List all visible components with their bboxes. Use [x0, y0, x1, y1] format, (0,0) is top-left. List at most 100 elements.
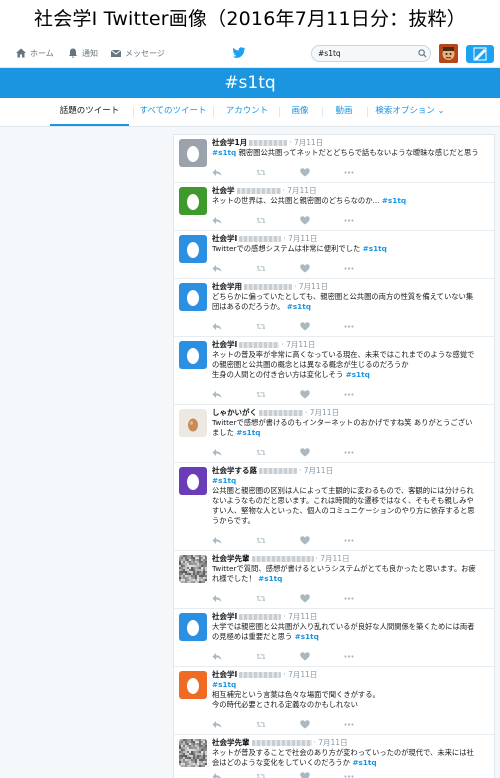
tweet-item[interactable]: 社会学先輩 · 7月11日 Twitterで質問、感想が書けるというシステムがとても…: [174, 551, 494, 609]
user-avatar[interactable]: [179, 739, 207, 767]
tweet-timestamp[interactable]: · 7月11日: [289, 138, 323, 147]
tweet-item[interactable]: 社会学Ⅰ · 7月11日 Twitterでの感想システムは非常に便利でした #s1t…: [174, 231, 494, 279]
tweet-author-name[interactable]: しゃかいがく: [212, 408, 257, 417]
hashtag-link[interactable]: #s1tq: [382, 196, 406, 205]
user-avatar[interactable]: [179, 671, 207, 699]
tweet-timestamp[interactable]: · 7月11日: [283, 234, 317, 243]
tweet-text-segment: の親密圏と公共圏の概念とは異なる概念が生じるのだろうか: [212, 360, 409, 369]
tweet-stream: 社会学1月 · 7月11日 #s1tq 親密圏公共圏ってネットだとどちらで話もないよ…: [173, 134, 495, 778]
user-avatar[interactable]: [179, 555, 207, 583]
tweet-author-handle-redacted: [259, 410, 303, 416]
search-tabs: 話題のツイート すべてのツイート アカウント 画像 動画 検索オプション ⌄: [0, 99, 500, 127]
tweet-text-line: ネットの普及率が非常に高くなっている現在、未来ではこれまでのような感覚で: [212, 350, 492, 360]
hashtag-link[interactable]: #s1tq: [287, 302, 311, 311]
tweet-author-name[interactable]: 社会学: [212, 186, 235, 195]
tweet-author-handle-redacted: [259, 468, 297, 474]
tweet-text-segment: 生身の人間との付き合い方は変化しそう: [212, 370, 346, 379]
tweet-text-segment: 団はあるのだろうか。: [212, 302, 287, 311]
tweet-author-name[interactable]: 社会学1月: [212, 138, 247, 147]
twitter-bird-icon[interactable]: [232, 47, 246, 59]
tweet-text-line: Twitterで感想が書けるのもインターネットのおかげですね笑 ありがとうござい: [212, 418, 492, 428]
tweet-timestamp[interactable]: · 7月11日: [283, 670, 317, 679]
tweet-item[interactable]: 社会学Ⅰ · 7月11日 大学では親密圏と公共圏が入り乱れているが良好な人間関係を築…: [174, 609, 494, 667]
hashtag-link[interactable]: #s1tq: [295, 632, 319, 641]
tweet-author-handle-redacted: [251, 556, 314, 562]
tweet-timestamp[interactable]: · 7月11日: [281, 340, 315, 349]
nav-home[interactable]: ホーム: [15, 47, 54, 59]
nav-notifications[interactable]: 通知: [67, 47, 98, 59]
tweet-timestamp[interactable]: · 7月11日: [305, 408, 339, 417]
compose-tweet-button[interactable]: [466, 45, 494, 63]
tweet-text: ネットの普及率が非常に高くなっている現在、未来ではこれまでのような感覚で の親密圏…: [212, 350, 492, 380]
hashtag-link[interactable]: #s1tq: [363, 244, 387, 253]
tweet-timestamp[interactable]: · 7月11日: [316, 554, 350, 563]
tweet-timestamp[interactable]: · 7月11日: [299, 466, 333, 475]
tweet-header: 社会学先輩 · 7月11日: [212, 554, 350, 564]
tweet-author-name[interactable]: 社会学先輩: [212, 738, 250, 747]
tweet-text: #s1tq 公共圏と親密圏の区別は人によって主観的に変わるもので、客観的には分けら…: [212, 476, 492, 526]
hashtag-link[interactable]: #s1tq: [212, 148, 236, 157]
tweet-item[interactable]: しゃかいがく · 7月11日 Twitterで感想が書けるのもインターネットのおかげ…: [174, 405, 494, 463]
user-avatar[interactable]: [179, 341, 207, 369]
hashtag-link[interactable]: #s1tq: [346, 370, 370, 379]
tweet-actions: [212, 390, 362, 400]
tweet-item[interactable]: 社会学Ⅰ · 7月11日 ネットの普及率が非常に高くなっている現在、未来ではこれまで…: [174, 337, 494, 405]
tab-videos[interactable]: 動画: [330, 99, 358, 126]
tweet-author-name[interactable]: 社会学Ⅰ: [212, 612, 237, 621]
tweet-item[interactable]: 社会学先輩 · 7月11日 ネットが普及することで社会のあり方が変わっていったのが現…: [174, 735, 494, 778]
tweet-text-segment: ネットが普及することで社会のあり方が変わっていったのが現代で、未来には社: [212, 748, 474, 757]
tweet-timestamp[interactable]: · 7月11日: [294, 282, 328, 291]
hashtag-link[interactable]: #s1tq: [212, 680, 236, 689]
nav-messages[interactable]: メッセージ: [110, 47, 165, 59]
tab-divider: [133, 107, 134, 117]
tweet-author-name[interactable]: 社会学Ⅰ: [212, 340, 237, 349]
tab-all-tweets[interactable]: すべてのツイート: [138, 99, 208, 126]
tweet-author-name[interactable]: 社会学用: [212, 282, 242, 291]
tweet-header: 社会学 · 7月11日: [212, 186, 317, 196]
user-avatar[interactable]: [179, 467, 207, 495]
tweet-text-segment: Twitterで質問、感想が書けるというシステムがとても良かったと思います。お疲: [212, 564, 476, 573]
tweet-text: #s1tq 親密圏公共圏ってネットだとどちらで話もないような曖昧な感じだと思う: [212, 148, 492, 158]
tweet-author-handle-redacted: [239, 614, 282, 620]
tweet-text-segment: ネットの世界は、公共圏と親密圏のどちらなのか...: [212, 196, 382, 205]
search-icon[interactable]: [418, 49, 427, 58]
tab-divider: [322, 107, 323, 117]
tweet-item[interactable]: 社会学 · 7月11日 ネットの世界は、公共圏と親密圏のどちらなのか... #s1t…: [174, 183, 494, 231]
tweet-item[interactable]: 社会学用 · 7月11日 どちらかに偏っていたとしても、親密圏と公共圏の両方の性質を…: [174, 279, 494, 337]
tweet-text-segment: すい人、堅物な人といった、個人のコミュニケーションのやり方に依存すると思: [212, 506, 475, 515]
tab-accounts[interactable]: アカウント: [222, 99, 272, 126]
user-avatar[interactable]: [179, 409, 207, 437]
tweet-author-handle-redacted: [236, 188, 281, 194]
user-avatar[interactable]: [179, 139, 207, 167]
profile-avatar[interactable]: [439, 44, 458, 63]
tweet-actions: [212, 264, 362, 274]
user-avatar[interactable]: [179, 235, 207, 263]
user-avatar[interactable]: [179, 283, 207, 311]
hashtag-link[interactable]: #s1tq: [236, 428, 260, 437]
hashtag-link[interactable]: #s1tq: [258, 574, 282, 583]
tweet-actions: [212, 322, 362, 332]
tweet-text-segment: Twitterでの感想システムは非常に便利でした: [212, 244, 363, 253]
tab-top-tweets[interactable]: 話題のツイート: [50, 99, 129, 126]
tweet-text: #s1tq 相互補完という言葉は色々な場面で聞くきがする。 今の時代必要とされる定義…: [212, 680, 492, 710]
home-icon: [16, 48, 26, 58]
tweet-timestamp[interactable]: · 7月11日: [314, 738, 348, 747]
tweet-item[interactable]: 社会学1月 · 7月11日 #s1tq 親密圏公共圏ってネットだとどちらで話もないよ…: [174, 135, 494, 183]
tweet-timestamp[interactable]: · 7月11日: [283, 186, 317, 195]
tweet-timestamp[interactable]: · 7月11日: [283, 612, 317, 621]
tweet-author-name[interactable]: 社会学Ⅰ: [212, 234, 237, 243]
tab-images[interactable]: 画像: [286, 99, 314, 126]
tweet-item[interactable]: 社会学する蕗 · 7月11日 #s1tq 公共圏と親密圏の区別は人によって主観的に変わ…: [174, 463, 494, 551]
tweet-author-name[interactable]: 社会学I: [212, 670, 237, 679]
tweet-text: ネットの世界は、公共圏と親密圏のどちらなのか... #s1tq: [212, 196, 492, 206]
hashtag-link[interactable]: #s1tq: [212, 476, 236, 485]
user-avatar[interactable]: [179, 187, 207, 215]
tweet-item[interactable]: 社会学I · 7月11日 #s1tq 相互補完という言葉は色々な場面で聞くきがする。今…: [174, 667, 494, 735]
tab-search-options[interactable]: 検索オプション ⌄: [374, 99, 446, 126]
hashtag-link[interactable]: #s1tq: [352, 758, 376, 767]
tweet-author-name[interactable]: 社会学する蕗: [212, 466, 257, 475]
search-input[interactable]: #s1tq: [311, 45, 431, 62]
user-avatar[interactable]: [179, 613, 207, 641]
tweet-author-handle-redacted: [239, 342, 280, 348]
tweet-author-name[interactable]: 社会学先輩: [212, 554, 250, 563]
